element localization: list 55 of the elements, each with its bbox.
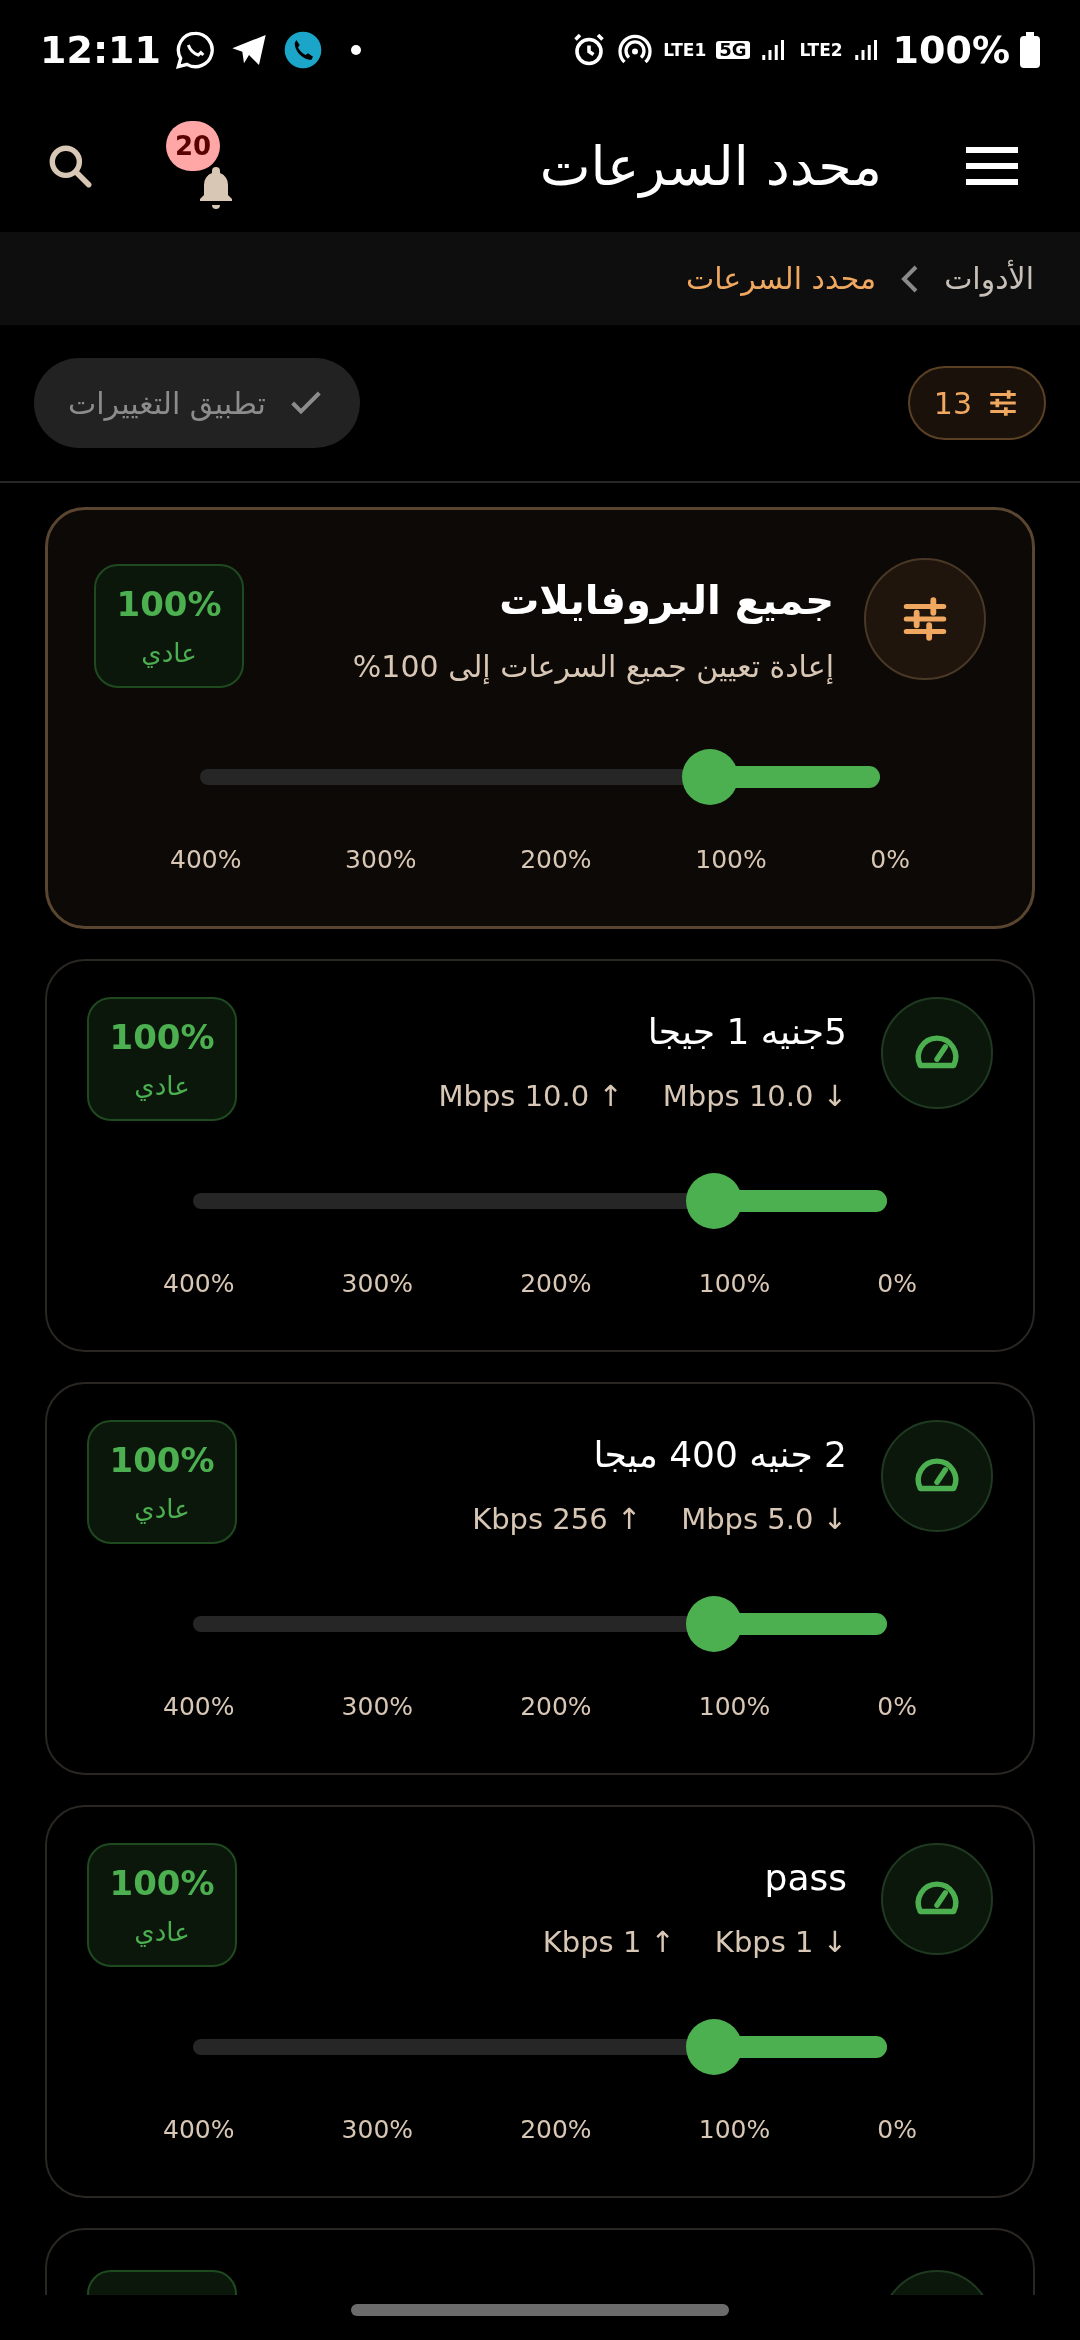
upload-speed: Kbps 256 ↑ xyxy=(472,1501,642,1538)
chat-bubble-icon xyxy=(174,30,215,70)
scale-label: 400% xyxy=(163,1691,235,1723)
upload-speed: Mbps 10.0 ↑ xyxy=(438,1078,623,1115)
upload-speed: Kbps 1 ↑ xyxy=(542,1924,675,1961)
breadcrumb-link[interactable]: الأدوات xyxy=(944,256,1034,301)
card-title: جميع البروفايلات xyxy=(498,576,834,626)
scale-label: 100% xyxy=(698,1691,771,1723)
status-label: عادي xyxy=(134,1070,190,1103)
phone-bubble-icon xyxy=(282,30,323,70)
status-time: 12:11 xyxy=(40,26,161,74)
battery-percent: 100% xyxy=(892,26,1010,74)
sim-label: LTE2 xyxy=(799,41,843,59)
breadcrumb-link[interactable]: محدد السرعات xyxy=(685,256,877,301)
slider-thumb[interactable] xyxy=(682,749,738,805)
notifications-button[interactable]: 20 xyxy=(166,121,256,211)
scale-label: 0% xyxy=(877,1691,917,1723)
status-label: عادي xyxy=(134,1493,190,1526)
filter-button[interactable]: 13 xyxy=(907,366,1046,440)
percent-value: 100% xyxy=(109,1862,215,1905)
scale-label: 300% xyxy=(345,844,417,876)
scale-label: 200% xyxy=(520,1691,592,1723)
notification-count: 20 xyxy=(166,121,220,171)
status-label: عادي xyxy=(141,637,197,670)
scale-label: 100% xyxy=(698,2114,771,2146)
scale-label: 0% xyxy=(877,1268,917,1300)
scale-label: 200% xyxy=(520,1268,592,1300)
page-title: محدد السرعات xyxy=(539,133,882,200)
scale-label: 300% xyxy=(341,1268,414,1300)
download-speed: Mbps 5.0 ↓ xyxy=(681,1501,847,1538)
percent-value: 100% xyxy=(109,1439,215,1482)
percent-value: 100% xyxy=(109,1016,215,1059)
scale-label: 200% xyxy=(520,2114,592,2146)
profile-name: pass xyxy=(763,1856,847,1900)
scale-label: 200% xyxy=(520,844,592,876)
percent-value: 100% xyxy=(116,583,222,626)
scale-label: 0% xyxy=(877,2114,917,2146)
scale-label: 100% xyxy=(698,1268,771,1300)
scale-label: 0% xyxy=(870,844,910,876)
scale-label: 400% xyxy=(163,1268,235,1300)
battery-icon xyxy=(1020,32,1040,68)
download-speed: Kbps 1 ↓ xyxy=(714,1924,847,1961)
profile-name: 2 جنيه 400 ميجا xyxy=(592,1433,847,1477)
menu-icon xyxy=(966,146,1018,186)
scale-label: 300% xyxy=(341,1691,414,1723)
scale-label: 100% xyxy=(695,844,767,876)
status-label: عادي xyxy=(134,1916,190,1949)
download-speed: Mbps 10.0 ↓ xyxy=(662,1078,847,1115)
sim-label: LTE1 xyxy=(663,41,707,59)
scale-label: 400% xyxy=(163,2114,235,2146)
network-label: 5G xyxy=(716,41,750,59)
scale-label: 300% xyxy=(341,2114,414,2146)
scale-label: 400% xyxy=(170,844,242,876)
card-subtitle: إعادة تعيين جميع السرعات إلى 100% xyxy=(352,648,834,687)
profile-name: 5جنيه 1 جيجا xyxy=(646,1010,847,1054)
